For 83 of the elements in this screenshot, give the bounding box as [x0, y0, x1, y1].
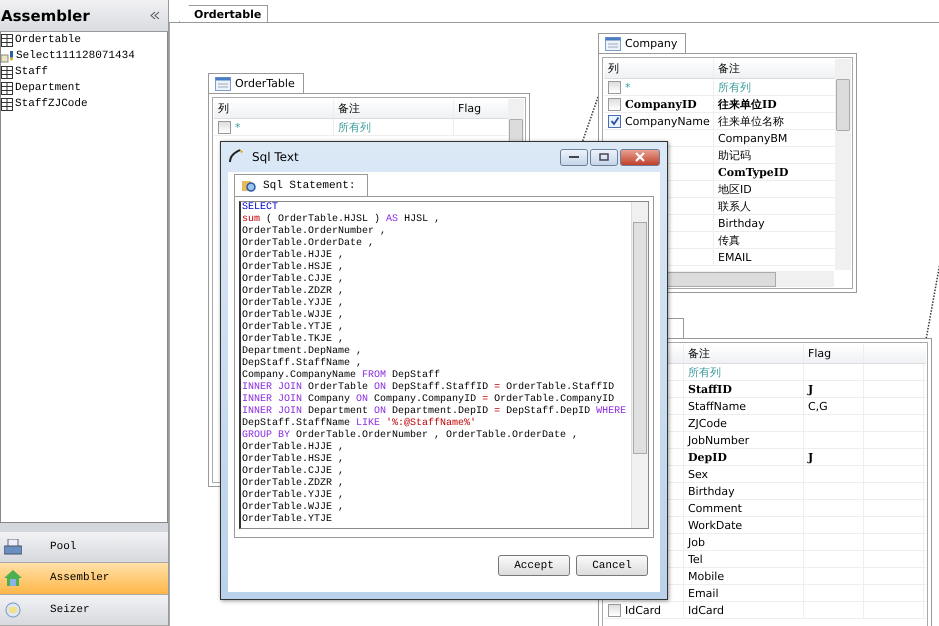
column-header: 列 — [604, 59, 714, 78]
flag-text: J — [808, 382, 814, 396]
code-line: INNER JOIN OrderTable ON DepStaff.StaffID = OrderTable.StaffID — [242, 382, 616, 394]
column-note: 所有列 — [688, 364, 721, 380]
column-note: ComTypeID — [718, 166, 788, 178]
dialog-button[interactable]: Cancel — [576, 555, 648, 576]
column-note: Mobile — [688, 570, 724, 582]
nav-button[interactable]: Assembler — [0, 563, 168, 595]
column-note: Sex — [688, 468, 708, 480]
table-tab[interactable]: Company — [598, 33, 686, 53]
nav-button[interactable]: Pool — [0, 532, 168, 564]
code-line: OrderTable.CJJE , — [242, 274, 346, 286]
column-note: WorkDate — [688, 518, 742, 532]
column-header: 备注 — [684, 344, 804, 363]
column-note: 往来单位ID — [718, 96, 777, 112]
column-header: Flag — [804, 344, 864, 363]
code-line: OrderTable.OrderDate , — [242, 238, 376, 250]
column-note: JobNumber — [688, 434, 750, 446]
code-line: INNER JOIN Department ON Department.DepID = DepStaff.DepID WHERE — [242, 406, 628, 418]
code-line: OrderTable.HJJE , — [242, 442, 346, 454]
tree-item[interactable]: StaffZJCode — [1, 96, 167, 112]
column-note: DepID — [688, 450, 727, 464]
column-note: IdCard — [688, 604, 724, 616]
code-line: OrderTable.ZDZR , — [242, 286, 346, 298]
column-note: 助记码 — [718, 148, 751, 162]
column-note: Comment — [688, 502, 742, 514]
column-name: CompanyName — [625, 114, 710, 128]
tree-item[interactable]: Staff — [1, 64, 167, 80]
column-note: 地区ID — [718, 182, 752, 196]
code-line: DepStaff.StaffName , — [242, 358, 364, 370]
column-note: 往来单位名称 — [718, 114, 784, 128]
column-note: Birthday — [718, 216, 765, 230]
code-line: SELECT — [242, 202, 280, 214]
code-line: OrderTable.WJJE , — [242, 310, 346, 322]
code-line: OrderTable.WJJE , — [242, 502, 346, 514]
code-line: OrderTable.YJJE , — [242, 490, 346, 502]
flag-text: C,G — [808, 400, 828, 412]
column-header: 列 — [214, 99, 334, 118]
column-note: Job — [688, 536, 705, 548]
code-line: OrderTable.YTJE , — [242, 322, 346, 334]
code-line: Company.CompanyName FROM DepStaff — [242, 370, 442, 382]
code-line: OrderTable.TKJE , — [242, 334, 346, 346]
flag-text: J — [808, 450, 814, 464]
tree-item[interactable]: Department — [1, 80, 167, 96]
column-note: Email — [688, 586, 719, 600]
column-note: StaffID — [688, 382, 732, 396]
column-note: CompanyBM — [718, 132, 788, 144]
code-line: INNER JOIN Company ON Company.CompanyID = OrderTable.CompanyID — [242, 394, 616, 406]
column-name: CompanyID — [625, 98, 697, 110]
panel-title: Assembler — [1, 6, 90, 25]
column-note: 所有列 — [338, 120, 371, 134]
table-tab[interactable]: OrderTable — [208, 73, 304, 93]
dialog-title: Sql Text — [252, 150, 299, 164]
document-tab[interactable]: Ordertable — [179, 5, 268, 22]
code-line: GROUP BY OrderTable.OrderNumber , OrderTable.OrderDate , — [242, 430, 580, 442]
column-note: 传真 — [718, 232, 740, 248]
code-line: OrderTable.ZDZR , — [242, 478, 346, 490]
code-line: OrderTable.HSJE , — [242, 454, 346, 466]
code-line: OrderTable.OrderNumber , — [242, 226, 388, 238]
column-note: 所有列 — [718, 80, 751, 94]
statement-tab[interactable]: Sql Statement: — [234, 174, 368, 196]
column-note: ZJCode — [688, 416, 727, 430]
dialog-button[interactable]: Accept — [498, 555, 570, 576]
code-line: OrderTable.CJJE , — [242, 466, 346, 478]
column-name: * — [235, 120, 240, 134]
code-line: OrderTable.YJJE , — [242, 298, 346, 310]
column-note: StaffName — [688, 400, 746, 412]
column-name: IdCard — [625, 604, 661, 616]
tree-item[interactable]: Select111128071434 — [1, 48, 167, 64]
tree-item[interactable]: Ordertable — [1, 32, 167, 48]
code-line: DepStaff.StaffName LIKE '%:@StaffName%' — [242, 418, 478, 430]
code-line: sum ( OrderTable.HJSL ) AS HJSL , — [242, 214, 442, 226]
column-header: 备注 — [334, 99, 454, 118]
nav-button[interactable]: Seizer — [0, 594, 168, 626]
column-note: Birthday — [688, 484, 735, 498]
code-line: OrderTable.YTJE — [242, 514, 334, 526]
column-name: * — [625, 80, 630, 94]
column-note: 联系人 — [718, 198, 751, 214]
column-note: EMAIL — [718, 250, 752, 264]
code-line: OrderTable.HJJE , — [242, 250, 346, 262]
column-note: Tel — [688, 552, 703, 566]
code-line: Department.DepName , — [242, 346, 364, 358]
code-line: OrderTable.HSJE , — [242, 262, 346, 274]
